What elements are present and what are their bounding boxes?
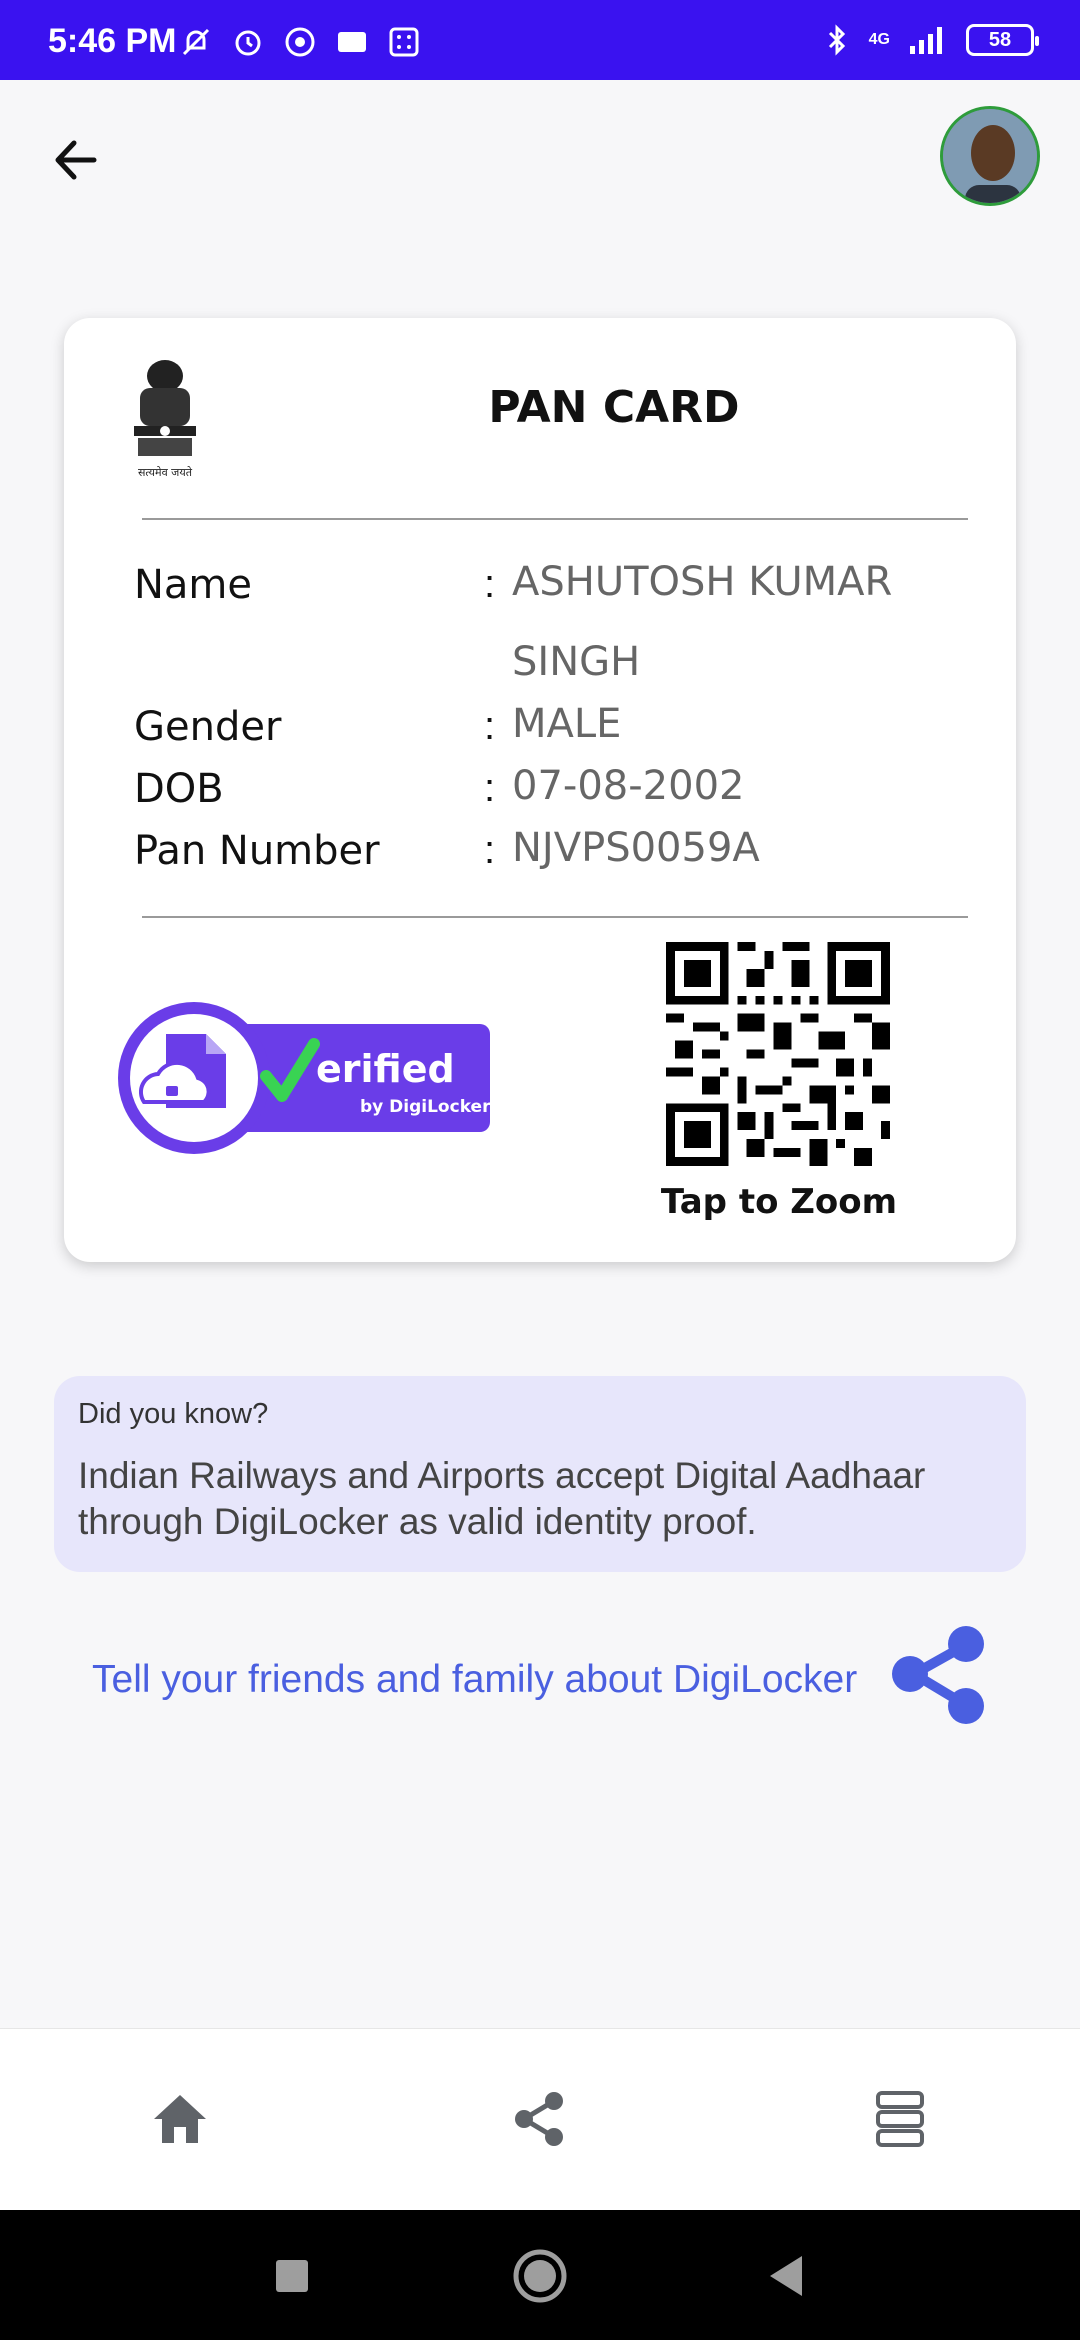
field-label-gender: Gender xyxy=(134,704,282,750)
network-type: 4G xyxy=(868,31,890,48)
calculator-icon xyxy=(389,27,419,57)
emblem-caption: सत्यमेव जयते xyxy=(138,466,193,479)
verified-text: erified xyxy=(316,1047,455,1091)
field-value-pan-number: NJVPS0059A xyxy=(512,825,760,871)
profile-photo xyxy=(943,109,1037,203)
tap-to-zoom-label[interactable]: Tap to Zoom xyxy=(644,1182,914,1222)
bluetooth-icon xyxy=(828,24,845,56)
field-colon: : xyxy=(484,828,496,872)
info-title: Did you know? xyxy=(78,1398,269,1430)
home-icon xyxy=(154,2095,206,2143)
nav-home-button[interactable] xyxy=(130,2069,230,2169)
emblem-icon: सत्यमेव जयते xyxy=(134,360,196,479)
top-bar xyxy=(0,80,1080,230)
battery-icon: 58 xyxy=(966,24,1039,56)
signal-icon xyxy=(910,27,942,54)
pan-card: सत्यमेव जयते PAN CARD Name : ASHUTOSH KU… xyxy=(64,318,1016,1262)
card-title: PAN CARD xyxy=(488,382,740,433)
list-icon xyxy=(876,2091,924,2147)
verified-badge: erified by DigiLocker xyxy=(118,1002,491,1154)
verified-subtext: by DigiLocker xyxy=(360,1097,491,1117)
status-time: 5:46 PM xyxy=(48,22,177,60)
share-digilocker-link[interactable]: Tell your friends and family about DigiL… xyxy=(92,1658,857,1702)
back-triangle-icon[interactable] xyxy=(758,2246,818,2306)
mute-icon xyxy=(182,28,210,56)
bottom-nav xyxy=(0,2028,1080,2210)
nav-documents-button[interactable] xyxy=(850,2069,950,2169)
field-label-pan-number: Pan Number xyxy=(134,828,380,874)
arrow-left-icon[interactable] xyxy=(46,130,106,190)
divider xyxy=(142,916,968,918)
system-nav-bar xyxy=(0,2210,1080,2340)
field-value-name: ASHUTOSH KUMAR SINGH xyxy=(512,559,893,685)
status-bar: 5:46 PM 4G 58 xyxy=(0,0,1080,80)
alarm-icon xyxy=(235,30,261,56)
home-circle-icon[interactable] xyxy=(510,2246,570,2306)
did-you-know-box: Did you know? Indian Railways and Airpor… xyxy=(54,1376,1026,1572)
info-text: Indian Railways and Airports accept Digi… xyxy=(78,1455,926,1542)
field-label-name: Name xyxy=(134,562,253,608)
share-icon[interactable] xyxy=(888,1624,992,1728)
recents-icon[interactable] xyxy=(262,2246,322,2306)
field-colon: : xyxy=(484,766,496,810)
field-colon: : xyxy=(484,704,496,748)
nav-share-button[interactable] xyxy=(490,2069,590,2169)
zomato-icon xyxy=(338,32,366,52)
field-label-dob: DOB xyxy=(134,766,224,812)
chrome-icon xyxy=(285,27,315,57)
share-digilocker-row[interactable]: Tell your friends and family about DigiL… xyxy=(92,1624,992,1728)
system-status-icons: 4G 58 xyxy=(821,24,1039,56)
share-icon xyxy=(515,2092,563,2146)
avatar[interactable] xyxy=(940,106,1040,206)
field-colon: : xyxy=(484,562,496,606)
qr-code[interactable] xyxy=(666,942,890,1166)
battery-level: 58 xyxy=(988,28,1012,51)
notification-icons xyxy=(180,26,420,58)
divider xyxy=(142,518,968,520)
